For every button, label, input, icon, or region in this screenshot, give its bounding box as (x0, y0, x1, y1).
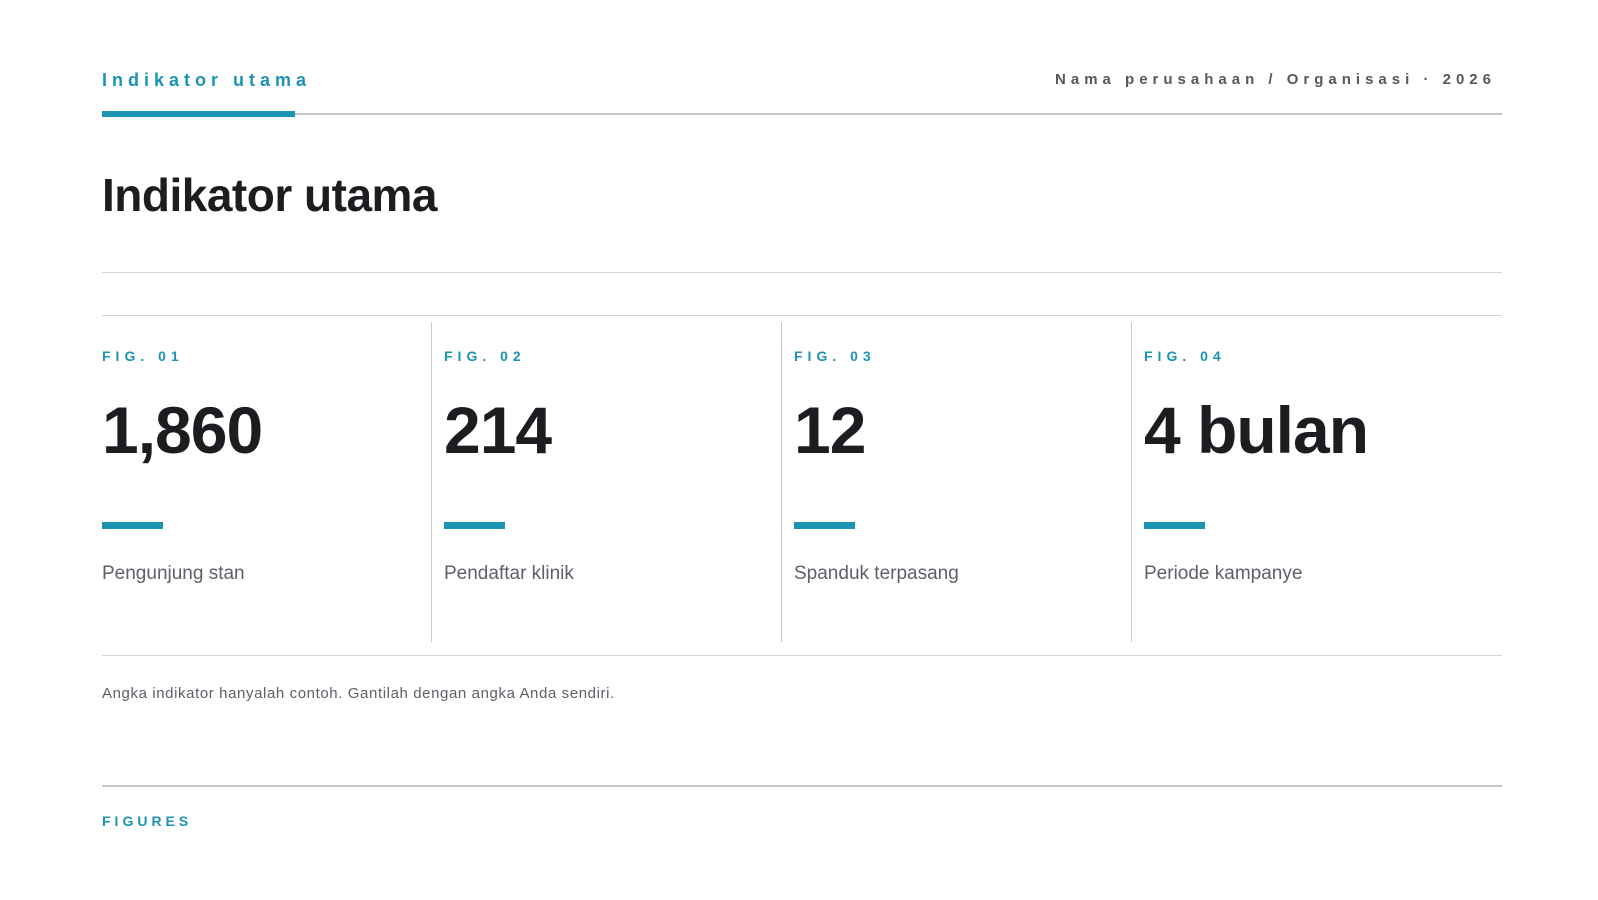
figure-label: Pengunjung stan (102, 563, 245, 584)
figure-value: 214 (444, 393, 552, 467)
page-title: Indikator utama (102, 169, 438, 221)
figure-tag: FIG. 01 (102, 348, 184, 364)
header-accent-bar (102, 111, 295, 117)
figure-card-1: FIG. 01 1,860 Pengunjung stan (102, 322, 444, 642)
section-label: Indikator utama (102, 70, 312, 90)
figure-label: Spanduk terpasang (794, 563, 959, 584)
figure-accent-bar (102, 522, 163, 529)
footer-label: FIGURES (102, 813, 193, 829)
figure-value: 1,860 (102, 393, 263, 467)
divider-line (102, 315, 1502, 316)
figure-card-3: FIG. 03 12 Spanduk terpasang (781, 322, 1144, 642)
header-rule (102, 113, 1502, 115)
figure-card-2: FIG. 02 214 Pendaftar klinik (431, 322, 794, 642)
figure-label: Periode kampanye (1144, 563, 1303, 584)
figure-tag: FIG. 02 (444, 348, 526, 364)
figure-value: 4 bulan (1144, 393, 1369, 467)
figure-card-4: FIG. 04 4 bulan Periode kampanye (1131, 322, 1502, 642)
footnote: Angka indikator hanyalah contoh. Gantila… (102, 685, 615, 702)
figure-accent-bar (1144, 522, 1205, 529)
figures-grid: FIG. 01 1,860 Pengunjung stan FIG. 02 21… (102, 322, 1502, 642)
divider-line (102, 655, 1502, 656)
figure-value: 12 (794, 393, 866, 467)
figure-tag: FIG. 03 (794, 348, 876, 364)
organization-meta: Nama perusahaan / Organisasi · 2026 (1055, 71, 1496, 88)
divider-line (102, 272, 1502, 273)
figure-label: Pendaftar klinik (444, 563, 574, 584)
figure-accent-bar (444, 522, 505, 529)
figure-tag: FIG. 04 (1144, 348, 1226, 364)
footer-rule (102, 785, 1502, 787)
figure-accent-bar (794, 522, 855, 529)
slide: Indikator utama Nama perusahaan / Organi… (0, 0, 1598, 900)
